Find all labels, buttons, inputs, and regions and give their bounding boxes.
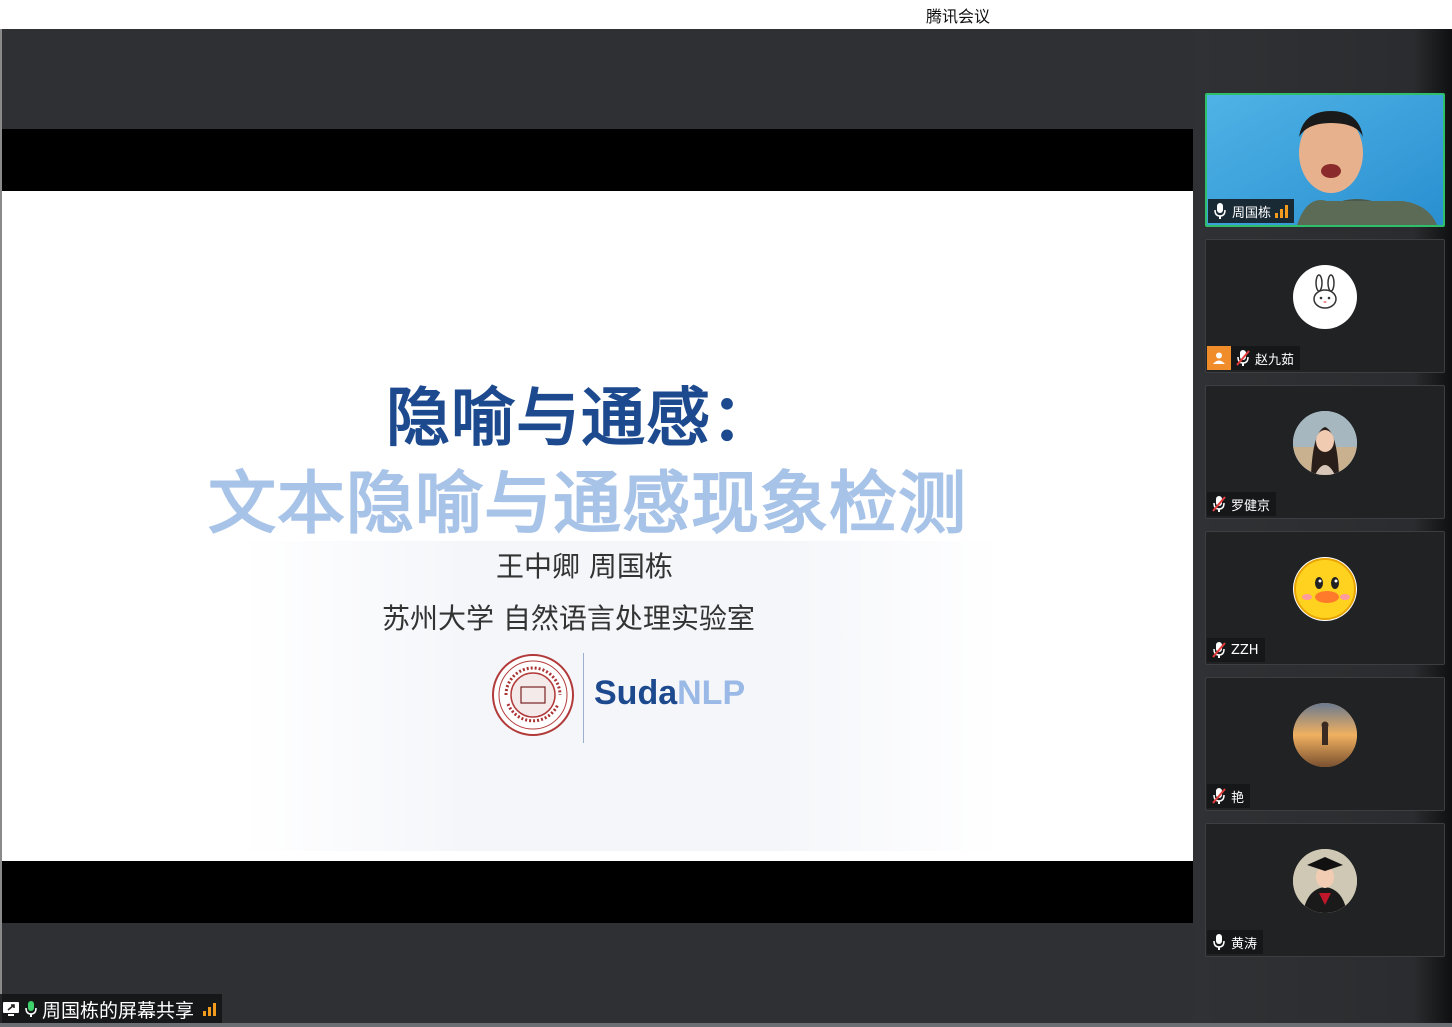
brand-part-2: NLP [677,674,746,712]
screen-share-label-bar: 周国栋的屏幕共享 [0,994,223,1024]
brand-part-1: Suda [594,674,678,712]
brand-logo: SudaNLP [594,674,745,713]
screen-share-icon [2,1000,20,1018]
participant-namebar: 赵九茹 [1207,346,1301,370]
slide-subtitle: 文本隐喻与通感现象检测 [208,465,968,544]
participant-name: 罗健京 [1231,498,1271,514]
letterbox-top [2,129,1193,191]
avatar [1293,703,1357,767]
mic-icon[interactable] [1211,933,1227,951]
participant-namebar: ZZH [1207,638,1265,662]
mic-muted-icon[interactable] [1211,641,1227,659]
participant-name: 赵九茹 [1255,352,1295,368]
participant-name: ZZH [1231,642,1259,658]
person-icon [1207,346,1231,370]
participant-name: 黄涛 [1231,936,1258,952]
logo-divider [583,653,584,743]
avatar [1293,557,1357,621]
slide-affiliation: 苏州大学 自然语言处理实验室 [382,602,755,635]
title-bar: 腾讯会议 [0,0,1452,29]
avatar [1293,411,1357,475]
participant-namebar: 罗健京 [1207,492,1277,516]
mic-icon[interactable] [23,1000,39,1018]
mic-muted-icon[interactable] [1235,349,1251,367]
signal-icon [1275,204,1289,218]
participant-tile[interactable]: 赵九茹 [1205,239,1445,373]
participant-namebar: 艳 [1207,784,1251,808]
university-seal-logo [492,654,574,736]
screen-share-owner: 周国栋的屏幕共享 [42,999,195,1022]
taskbar-strip [0,1023,1452,1027]
mic-muted-icon[interactable] [1211,787,1227,805]
participant-tile-active[interactable]: 周国栋 [1205,93,1445,227]
window-title: 腾讯会议 [926,7,991,26]
avatar [1293,849,1357,913]
signal-icon [203,1002,217,1016]
avatar [1293,265,1357,329]
participant-tile[interactable]: 黄涛 [1205,823,1445,957]
mic-icon[interactable] [1212,202,1228,220]
participant-tile[interactable]: 艳 [1205,677,1445,811]
participant-namebar: 黄涛 [1207,930,1264,954]
slide-authors: 王中卿 周国栋 [496,550,673,583]
participant-name: 周国栋 [1232,205,1272,221]
presentation-slide: 隐喻与通感： 文本隐喻与通感现象检测 王中卿 周国栋 苏州大学 自然语言处理实验… [2,191,1193,861]
participant-namebar: 周国栋 [1208,199,1295,223]
participant-name: 艳 [1231,790,1245,806]
letterbox-bottom [2,861,1193,923]
slide-title: 隐喻与通感： [386,382,776,456]
participant-tile[interactable]: ZZH [1205,531,1445,665]
mic-muted-icon[interactable] [1211,495,1227,513]
participant-tile[interactable]: 罗健京 [1205,385,1445,519]
